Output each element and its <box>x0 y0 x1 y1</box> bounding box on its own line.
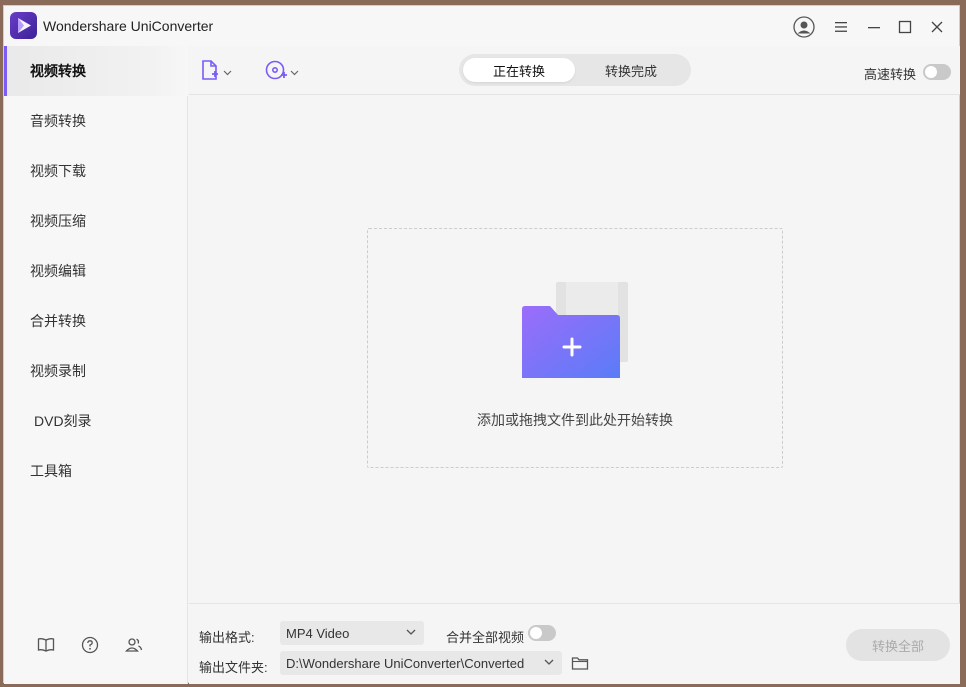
output-format-value: MP4 Video <box>286 625 350 641</box>
sidebar-item-toolbox[interactable]: 工具箱 <box>4 446 188 496</box>
bottom-bar: 输出格式: MP4 Video 合并全部视频 输出文件夹: D:\Wonders… <box>189 603 960 684</box>
merge-all-label: 合并全部视频 <box>446 630 525 645</box>
high-speed-toggle[interactable] <box>923 64 951 80</box>
app-window: Wondershare UniConverter 视频转换 音频转换 视频下载 … <box>3 5 960 684</box>
high-speed-label: 高速转换 <box>864 67 917 82</box>
sidebar-item-label: 视频录制 <box>30 363 86 379</box>
sidebar: 视频转换 音频转换 视频下载 视频压缩 视频编辑 合并转换 视频录制 DVD刻录… <box>4 46 188 684</box>
add-file-icon <box>199 59 221 84</box>
output-format-select[interactable]: MP4 Video <box>280 621 424 645</box>
sidebar-item-video-compress[interactable]: 视频压缩 <box>4 196 188 246</box>
minimize-icon[interactable] <box>862 15 886 39</box>
output-folder-value: D:\Wondershare UniConverter\Converted <box>286 655 525 671</box>
sidebar-item-label: 音频转换 <box>30 113 86 129</box>
open-folder-icon[interactable] <box>571 655 589 671</box>
add-dvd-icon <box>264 59 288 84</box>
help-icon[interactable] <box>79 634 101 656</box>
sidebar-item-label: 视频下载 <box>30 163 86 179</box>
sidebar-item-video-download[interactable]: 视频下载 <box>4 146 188 196</box>
chevron-down-icon <box>544 655 554 672</box>
account-icon[interactable] <box>792 15 816 39</box>
sidebar-item-label: 工具箱 <box>30 463 72 479</box>
title-bar: Wondershare UniConverter <box>4 6 959 46</box>
sidebar-item-screen-record[interactable]: 视频录制 <box>4 346 188 396</box>
sidebar-item-label: 视频转换 <box>30 63 86 79</box>
maximize-icon[interactable] <box>893 15 917 39</box>
sidebar-item-label: 视频压缩 <box>30 213 86 229</box>
sidebar-item-label: DVD刻录 <box>34 413 92 429</box>
tab-converting[interactable]: 正在转换 <box>463 58 575 82</box>
merge-all-toggle[interactable] <box>528 625 556 641</box>
chevron-down-icon <box>223 64 232 79</box>
chevron-down-icon <box>290 64 299 79</box>
sidebar-item-label: 视频编辑 <box>30 263 86 279</box>
close-icon[interactable] <box>925 15 949 39</box>
sidebar-item-audio-convert[interactable]: 音频转换 <box>4 96 188 146</box>
sidebar-item-merge[interactable]: 合并转换 <box>4 296 188 346</box>
toolbar: 正在转换 转换完成 高速转换 <box>189 46 960 95</box>
chevron-down-icon <box>406 625 416 642</box>
add-folder-icon <box>520 279 630 382</box>
book-icon[interactable] <box>35 634 57 656</box>
output-folder-label: 输出文件夹: <box>199 660 268 675</box>
convert-all-button[interactable]: 转换全部 <box>846 629 950 661</box>
tab-finished[interactable]: 转换完成 <box>575 58 687 82</box>
drop-zone-text: 添加或拖拽文件到此处开始转换 <box>477 412 673 428</box>
sidebar-item-video-convert[interactable]: 视频转换 <box>4 46 188 96</box>
users-icon[interactable] <box>123 634 145 656</box>
output-format-label: 输出格式: <box>199 630 255 645</box>
output-folder-select[interactable]: D:\Wondershare UniConverter\Converted <box>280 651 562 675</box>
menu-icon[interactable] <box>829 15 853 39</box>
add-dvd-button[interactable] <box>264 58 299 84</box>
drop-zone[interactable]: 添加或拖拽文件到此处开始转换 <box>367 228 783 468</box>
add-file-button[interactable] <box>199 58 232 84</box>
sidebar-item-label: 合并转换 <box>30 313 86 329</box>
app-logo-icon <box>10 12 37 39</box>
sidebar-item-video-edit[interactable]: 视频编辑 <box>4 246 188 296</box>
app-title: Wondershare UniConverter <box>43 18 214 34</box>
status-tabs: 正在转换 转换完成 <box>459 54 691 86</box>
sidebar-item-dvd-burn[interactable]: DVD刻录 <box>4 396 188 446</box>
